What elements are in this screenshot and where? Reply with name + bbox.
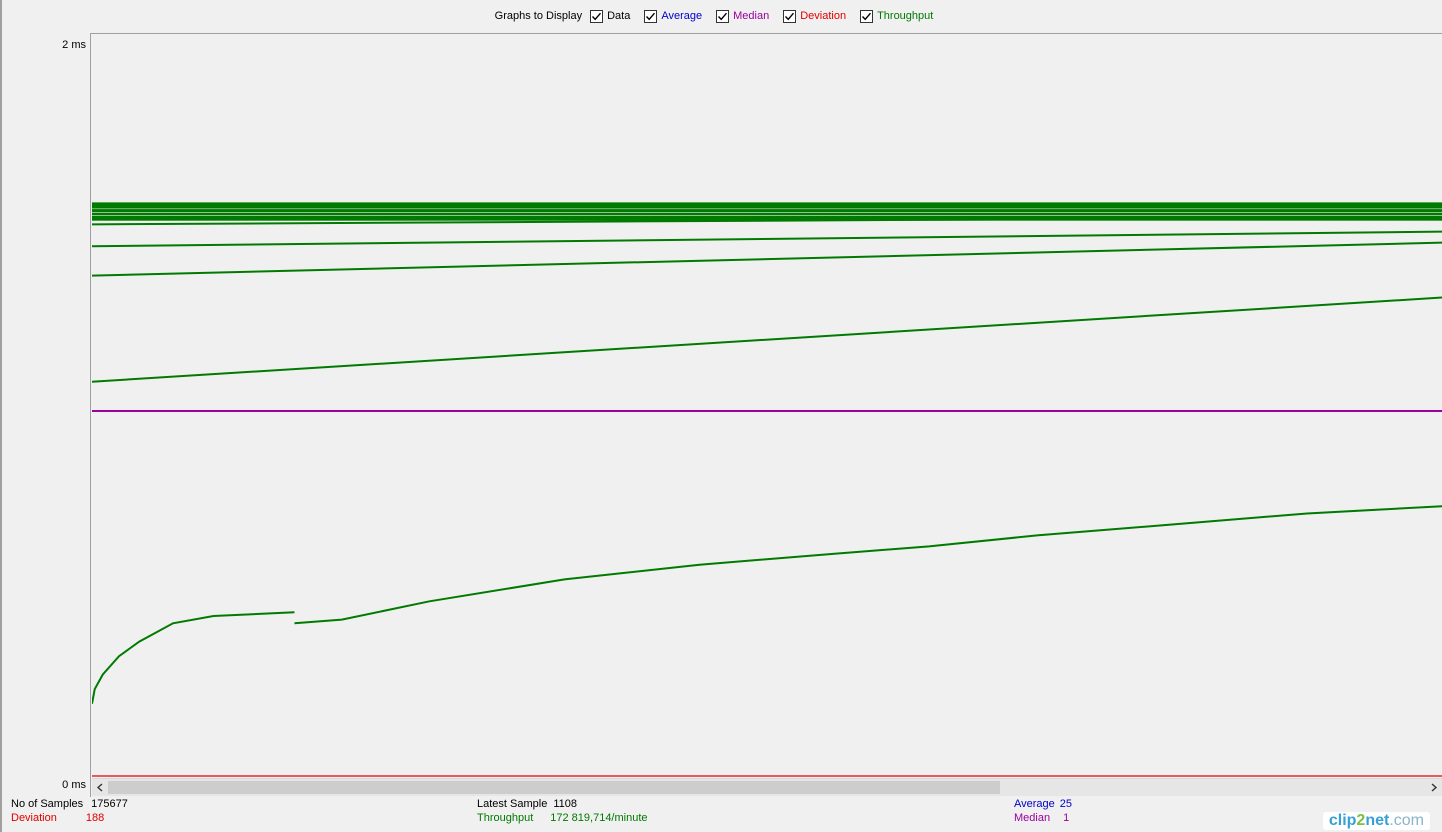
deviation-value: 188	[85, 812, 105, 824]
scrollbar-thumb[interactable]	[108, 781, 1000, 794]
median-checkbox[interactable]: Median	[716, 9, 770, 23]
latest-sample-label: Latest Sample	[477, 798, 548, 810]
clip2net-watermark-logo: clip2net.com	[1322, 812, 1430, 830]
deviation-label: Deviation	[11, 812, 57, 824]
average-checkbox-label: Average	[661, 10, 703, 22]
throughput-curve-segment-0	[92, 611, 295, 704]
data-checkbox-label: Data	[607, 10, 631, 22]
horizontal-scrollbar[interactable]	[92, 778, 1442, 796]
throughput-checkbox-label: Throughput	[877, 10, 934, 22]
y-axis-min-label: 0 ms	[62, 779, 86, 791]
throughput-value: 172 819,714/minute	[550, 812, 648, 824]
median-stat: Median 1	[1014, 812, 1069, 824]
throughput-stat: Throughput 172 819,714/minute	[477, 812, 648, 824]
checkbox-checked-icon[interactable]	[590, 9, 604, 23]
deviation-checkbox-label: Deviation	[800, 10, 847, 22]
median-label: Median	[1014, 812, 1051, 824]
average-checkbox[interactable]: Average	[644, 9, 703, 23]
throughput-line-3	[92, 296, 1442, 383]
throughput-line-1	[92, 230, 1442, 248]
latest-sample-stat: Latest Sample 1108	[477, 798, 577, 810]
window-left-edge	[0, 0, 2, 832]
throughput-label: Throughput	[477, 812, 534, 824]
scroll-right-arrow-icon[interactable]	[1426, 779, 1442, 796]
no-of-samples-stat: No of Samples 175677	[11, 798, 128, 810]
median-value: 1	[1063, 812, 1070, 824]
average-label: Average	[1014, 798, 1055, 810]
average-value: 25	[1059, 798, 1073, 810]
throughput-curve-segment-1	[294, 505, 1442, 625]
average-stat: Average 25	[1014, 798, 1072, 810]
latest-sample-value: 1108	[553, 798, 577, 810]
checkbox-checked-icon[interactable]	[716, 9, 730, 23]
graphs-to-display-toolbar: Graphs to Display Data Average Median De…	[0, 0, 1442, 32]
graphs-to-display-label: Graphs to Display	[494, 10, 583, 22]
checkbox-checked-icon[interactable]	[644, 9, 658, 23]
y-axis-max-label: 2 ms	[62, 39, 86, 51]
no-of-samples-label: No of Samples	[11, 798, 84, 810]
checkbox-checked-icon[interactable]	[783, 9, 797, 23]
throughput-line-2	[92, 241, 1442, 277]
response-time-graph	[92, 202, 1442, 777]
deviation-stat: Deviation 188	[11, 812, 104, 824]
deviation-checkbox[interactable]: Deviation	[783, 9, 847, 23]
no-of-samples-value: 175677	[91, 798, 128, 810]
data-checkbox[interactable]: Data	[590, 9, 631, 23]
checkbox-checked-icon[interactable]	[860, 9, 874, 23]
scroll-left-arrow-icon[interactable]	[92, 779, 108, 796]
median-checkbox-label: Median	[733, 10, 770, 22]
throughput-checkbox[interactable]: Throughput	[860, 9, 934, 23]
